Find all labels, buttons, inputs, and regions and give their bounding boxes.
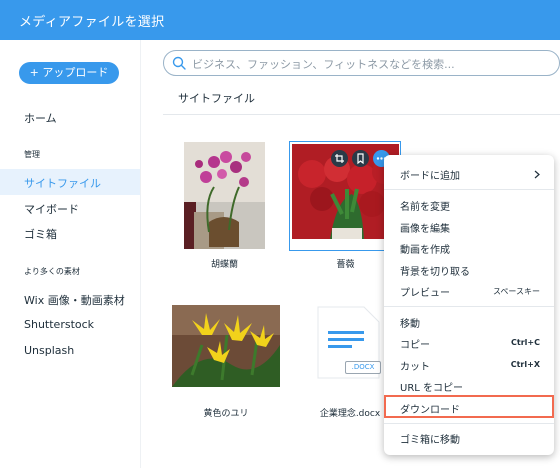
menu-item-copy-url[interactable]: URL をコピー bbox=[400, 379, 463, 394]
menu-item-rename[interactable]: 名前を変更 bbox=[400, 198, 450, 213]
sidebar-item-unsplash[interactable]: Unsplash bbox=[24, 344, 74, 357]
modal-header: メディアファイルを選択 bbox=[0, 0, 560, 40]
sidebar: + アップロード ホーム 管理 サイトファイル マイボード ゴミ箱 より多くの素… bbox=[0, 40, 141, 468]
menu-divider bbox=[384, 423, 554, 424]
menu-item-move[interactable]: 移動 bbox=[400, 315, 420, 330]
item-caption: 薔薇 bbox=[336, 260, 355, 270]
menu-item-download[interactable]: ダウンロード bbox=[400, 401, 460, 416]
sidebar-item-site-files[interactable]: サイトファイル bbox=[0, 169, 140, 195]
sidebar-item-home[interactable]: ホーム bbox=[24, 110, 57, 126]
sidebar-section-manage: 管理 bbox=[24, 150, 40, 159]
sidebar-item-wix-media[interactable]: Wix 画像・動画素材 bbox=[24, 292, 125, 308]
chevron-right-icon bbox=[534, 170, 540, 179]
search-icon bbox=[172, 56, 186, 70]
menu-item-copy[interactable]: コピー bbox=[400, 336, 430, 351]
menu-item-cut[interactable]: カット bbox=[400, 358, 430, 373]
file-type-badge: .DOCX bbox=[345, 361, 381, 374]
menu-item-create-video[interactable]: 動画を作成 bbox=[400, 241, 450, 256]
search-placeholder: ビジネス、ファッション、フィットネスなどを検索... bbox=[192, 58, 455, 71]
cut-shortcut: Ctrl+X bbox=[510, 360, 540, 369]
menu-item-move-to-trash[interactable]: ゴミ箱に移動 bbox=[400, 431, 460, 446]
menu-item-preview[interactable]: プレビュー bbox=[400, 284, 450, 299]
menu-divider bbox=[384, 306, 554, 307]
sidebar-item-shutterstock[interactable]: Shutterstock bbox=[24, 318, 94, 331]
sidebar-item-my-boards[interactable]: マイボード bbox=[24, 201, 79, 217]
sidebar-section-more: より多くの素材 bbox=[24, 267, 80, 276]
item-caption: 胡蝶蘭 bbox=[210, 260, 238, 270]
crop-icon[interactable] bbox=[331, 150, 348, 167]
copy-shortcut: Ctrl+C bbox=[511, 338, 540, 347]
lily-thumbnail[interactable] bbox=[172, 305, 280, 387]
bookmark-icon[interactable] bbox=[352, 150, 369, 167]
divider bbox=[163, 114, 560, 115]
item-caption: 企業理念.docx bbox=[319, 409, 381, 419]
menu-item-edit-image[interactable]: 画像を編集 bbox=[400, 220, 450, 235]
modal-title: メディアファイルを選択 bbox=[19, 15, 165, 30]
page-title: サイトファイル bbox=[178, 92, 255, 105]
search-input[interactable]: ビジネス、ファッション、フィットネスなどを検索... bbox=[163, 50, 560, 76]
item-caption: 黄色のユリ bbox=[203, 409, 249, 419]
context-menu: ボードに追加 名前を変更 画像を編集 動画を作成 背景を切り取る プレビュー ス… bbox=[384, 155, 554, 455]
menu-divider bbox=[384, 189, 554, 190]
preview-shortcut: スペースキー bbox=[492, 287, 540, 296]
menu-item-add-to-board[interactable]: ボードに追加 bbox=[400, 167, 460, 182]
menu-item-remove-background[interactable]: 背景を切り取る bbox=[400, 263, 470, 278]
sidebar-item-trash[interactable]: ゴミ箱 bbox=[24, 226, 57, 242]
upload-button[interactable]: + アップロード bbox=[19, 62, 119, 84]
sidebar-item-label: サイトファイル bbox=[24, 177, 101, 190]
orchid-thumbnail[interactable] bbox=[184, 142, 265, 249]
